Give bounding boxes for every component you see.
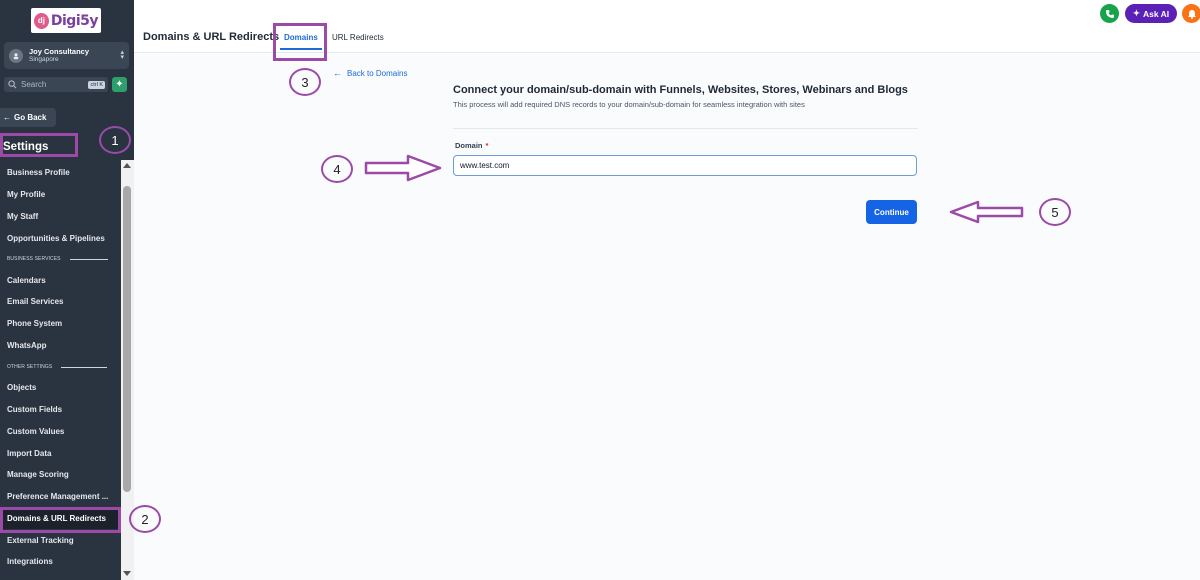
- sidebar-item-whatsapp[interactable]: WhatsApp: [7, 341, 47, 350]
- divider: [453, 128, 918, 129]
- sidebar-item-email-services[interactable]: Email Services: [7, 297, 63, 306]
- bell-icon: [1187, 9, 1196, 19]
- go-back-label: Go Back: [14, 113, 47, 122]
- logo[interactable]: dj Digi5y: [31, 8, 101, 33]
- account-switcher[interactable]: Joy Consultancy Singapore ▴ ▾: [4, 42, 129, 69]
- sidebar-item-opportunities[interactable]: Opportunities & Pipelines: [7, 234, 105, 243]
- ask-ai-button[interactable]: ✦ Ask AI: [1125, 4, 1177, 23]
- tab-url-redirects[interactable]: URL Redirects: [332, 33, 384, 42]
- account-name: Joy Consultancy: [29, 46, 90, 56]
- domain-input[interactable]: [453, 155, 917, 176]
- annotation-circle-5: 5: [1039, 198, 1071, 226]
- annotation-arrow-right-icon: [364, 154, 442, 182]
- search-input[interactable]: Search ctrl K: [4, 77, 108, 92]
- sidebar-item-manage-scoring[interactable]: Manage Scoring: [7, 470, 69, 479]
- required-mark: *: [485, 141, 489, 150]
- phone-button[interactable]: [1100, 4, 1119, 23]
- sidebar-item-phone-system[interactable]: Phone System: [7, 319, 62, 328]
- section-label: OTHER SETTINGS: [7, 364, 53, 370]
- annotation-box-domains-tab: [273, 23, 327, 61]
- logo-text: Digi5y: [50, 12, 99, 29]
- ask-ai-label: Ask AI: [1142, 8, 1170, 19]
- section-other-settings: OTHER SETTINGS: [7, 364, 108, 370]
- sidebar-item-objects[interactable]: Objects: [7, 383, 36, 392]
- connect-subheading: This process will add required DNS recor…: [453, 100, 805, 109]
- section-label: BUSINESS SERVICES: [7, 256, 61, 262]
- connect-heading: Connect your domain/sub-domain with Funn…: [453, 84, 908, 96]
- sidebar-item-custom-values[interactable]: Custom Values: [7, 427, 64, 436]
- search-shortcut: ctrl K: [88, 80, 105, 89]
- scroll-down-arrow-icon[interactable]: [123, 571, 131, 576]
- scroll-up-arrow-icon[interactable]: [123, 163, 131, 168]
- notifications-button[interactable]: [1182, 4, 1200, 23]
- arrow-left-icon: ←: [3, 113, 11, 122]
- plus-icon: ✦: [115, 79, 124, 90]
- quick-action-button[interactable]: ✦: [112, 77, 127, 92]
- annotation-circle-2: 2: [129, 505, 161, 533]
- annotation-circle-4: 4: [321, 155, 353, 183]
- main-content: [134, 54, 1200, 580]
- arrow-left-icon: ←: [333, 68, 342, 78]
- sidebar-item-my-staff[interactable]: My Staff: [7, 212, 38, 221]
- search-icon: [8, 80, 17, 89]
- sidebar-item-my-profile[interactable]: My Profile: [7, 190, 45, 199]
- annotation-circle-1: 1: [99, 126, 131, 154]
- sidebar-item-import-data[interactable]: Import Data: [7, 449, 51, 458]
- account-location: Singapore: [29, 55, 59, 63]
- sidebar-item-external-tracking[interactable]: External Tracking: [7, 536, 74, 545]
- account-icon: [9, 48, 23, 63]
- back-link-label: Back to Domains: [347, 68, 408, 78]
- sparkle-icon: ✦: [1132, 8, 1140, 18]
- sidebar-scroll-thumb[interactable]: [123, 186, 131, 492]
- sidebar-item-preference-management[interactable]: Preference Management ...: [7, 492, 108, 501]
- phone-icon: [1105, 9, 1114, 18]
- sidebar-item-integrations[interactable]: Integrations: [7, 557, 53, 566]
- sidebar-item-custom-fields[interactable]: Custom Fields: [7, 405, 62, 414]
- page-title: Domains & URL Redirects: [143, 31, 280, 43]
- annotation-box-domains-menu: [0, 507, 121, 533]
- logo-mark: dj: [34, 12, 49, 29]
- sidebar: dj Digi5y Joy Consultancy Singapore ▴ ▾ S…: [0, 0, 134, 580]
- back-to-domains-link[interactable]: ← Back to Domains: [333, 68, 407, 78]
- sidebar-item-calendars[interactable]: Calendars: [7, 276, 46, 285]
- domain-label: Domain *: [455, 141, 488, 150]
- go-back-button[interactable]: ← Go Back: [0, 108, 56, 127]
- chevron-updown-icon: ▴ ▾: [120, 49, 124, 61]
- sidebar-item-business-profile[interactable]: Business Profile: [7, 168, 70, 177]
- annotation-circle-3: 3: [289, 68, 321, 96]
- domain-label-text: Domain: [455, 141, 483, 150]
- annotation-box-settings: [0, 133, 78, 157]
- continue-button[interactable]: Continue: [866, 200, 917, 224]
- search-placeholder: Search: [21, 80, 47, 89]
- section-business-services: BUSINESS SERVICES: [7, 256, 108, 262]
- annotation-arrow-left-icon: [949, 200, 1024, 224]
